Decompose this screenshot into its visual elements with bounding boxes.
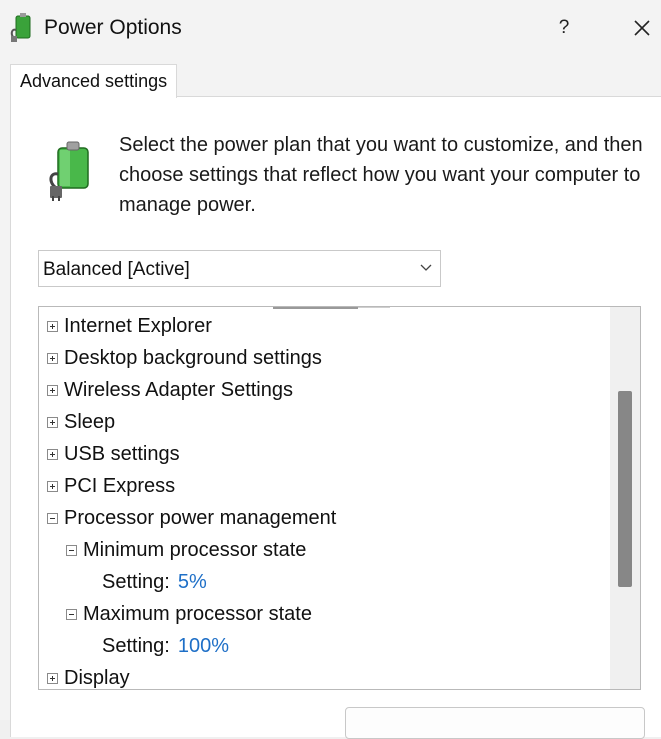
collapse-minus-icon[interactable] [66, 609, 77, 620]
expand-plus-icon[interactable] [47, 481, 58, 492]
tree-item-wireless-adapter[interactable]: Wireless Adapter Settings [39, 374, 609, 406]
tree-item-label: Desktop background settings [64, 347, 322, 369]
scrollbar-thumb[interactable] [618, 391, 632, 587]
power-plan-selected: Balanced [Active] [43, 259, 190, 280]
tree-item-label: Maximum processor state [83, 603, 312, 625]
tree-item-minimum-processor-state[interactable]: Minimum processor state [39, 534, 609, 566]
tree-item-label: USB settings [64, 443, 180, 465]
expand-plus-icon[interactable] [47, 417, 58, 428]
tree-item-processor-power-management[interactable]: Processor power management [39, 502, 609, 534]
tree-item-pci-express[interactable]: PCI Express [39, 470, 609, 502]
close-button[interactable] [624, 10, 660, 46]
min-processor-setting-value[interactable]: 5% [178, 571, 207, 593]
help-button[interactable]: ? [546, 10, 582, 46]
power-plan-dropdown[interactable]: Balanced [Active] [38, 250, 441, 287]
tree-item-min-setting[interactable]: Setting: 5% [39, 566, 609, 598]
max-processor-setting-value[interactable]: 100% [178, 635, 229, 657]
tree-item-desktop-background[interactable]: Desktop background settings [39, 342, 609, 374]
scroll-hint-line [273, 307, 358, 309]
restore-defaults-button[interactable] [345, 707, 645, 739]
tree-item-max-setting[interactable]: Setting: 100% [39, 630, 609, 662]
title-bar: Power Options ? [0, 0, 661, 56]
help-glyph: ? [558, 17, 570, 38]
tree-item-label: PCI Express [64, 475, 176, 497]
tab-advanced-settings[interactable]: Advanced settings [10, 64, 178, 98]
collapse-minus-icon[interactable] [66, 545, 77, 556]
tree-item-sleep[interactable]: Sleep [39, 406, 609, 438]
settings-tree[interactable]: Internet Explorer Desktop background set… [38, 306, 641, 690]
tree-item-usb-settings[interactable]: USB settings [39, 438, 609, 470]
power-plan-icon [49, 141, 89, 201]
vertical-scrollbar[interactable] [610, 307, 640, 689]
tree-item-label: Wireless Adapter Settings [64, 379, 293, 401]
close-icon [634, 20, 650, 36]
expand-plus-icon[interactable] [47, 353, 58, 364]
scroll-hint-line [358, 307, 390, 308]
setting-row: Setting: 5% [102, 566, 207, 598]
power-options-window: Power Options ? Advanced settings Select… [0, 0, 661, 739]
tree-item-maximum-processor-state[interactable]: Maximum processor state [39, 598, 609, 630]
setting-row: Setting: 100% [102, 630, 229, 662]
chevron-down-icon [420, 264, 432, 271]
expand-plus-icon[interactable] [47, 321, 58, 332]
tree-item-label: Minimum processor state [83, 539, 307, 561]
tree-item-label: Processor power management [64, 507, 337, 529]
collapse-minus-icon[interactable] [47, 513, 58, 524]
tree-item-label: Display [64, 667, 130, 689]
power-battery-icon [10, 13, 31, 42]
expand-plus-icon[interactable] [47, 673, 58, 684]
expand-plus-icon[interactable] [47, 449, 58, 460]
tree-item-internet-explorer[interactable]: Internet Explorer [39, 310, 609, 342]
expand-plus-icon[interactable] [47, 385, 58, 396]
instruction-text: Select the power plan that you want to c… [119, 134, 643, 216]
tree-item-display[interactable]: Display [39, 662, 609, 689]
setting-label: Setting: [102, 571, 170, 593]
tab-label: Advanced settings [20, 71, 168, 91]
tree-item-label: Internet Explorer [64, 315, 212, 337]
setting-label: Setting: [102, 635, 170, 657]
window-title: Power Options [44, 16, 182, 39]
tree-item-label: Sleep [64, 411, 116, 433]
